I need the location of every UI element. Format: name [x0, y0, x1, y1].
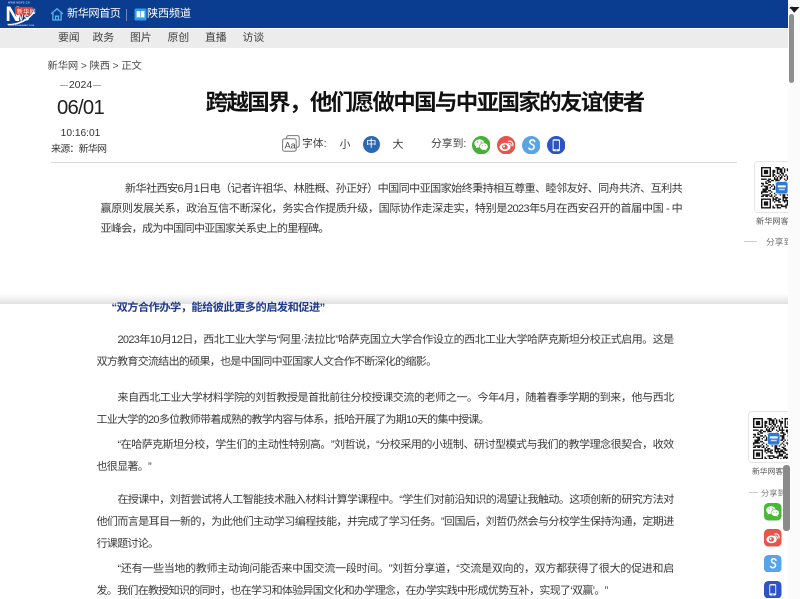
svg-text:Aa: Aa [284, 140, 295, 150]
svg-text:WWW.XINHUANET.COM: WWW.XINHUANET.COM [8, 24, 35, 27]
